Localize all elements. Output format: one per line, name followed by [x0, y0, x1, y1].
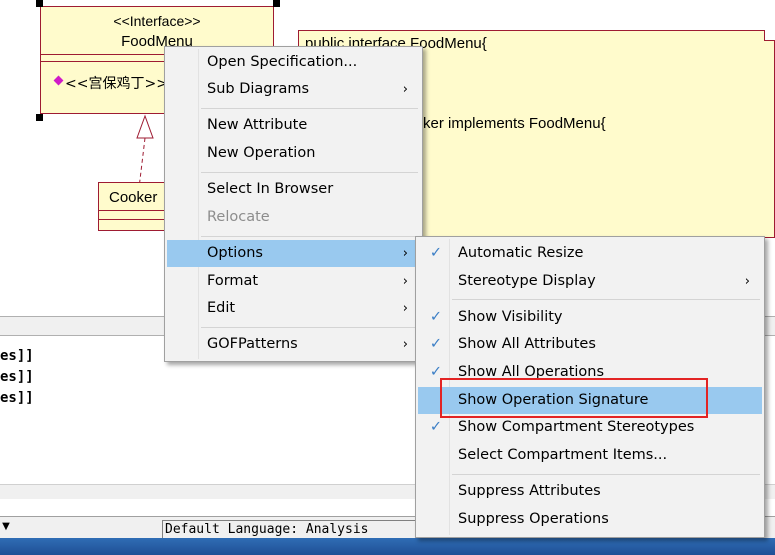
menu-separator	[452, 474, 760, 475]
menu-item-select-in-browser[interactable]: Select In Browser	[167, 176, 420, 203]
chevron-right-icon: ›	[402, 337, 408, 352]
menu-item-show-compartment-stereotypes[interactable]: ✓ Show Compartment Stereotypes	[418, 414, 762, 441]
log-line: es]]	[0, 390, 34, 406]
menu-item-suppress-attributes[interactable]: Suppress Attributes	[418, 478, 762, 505]
checkmark-icon: ✓	[429, 309, 443, 325]
checkmark-icon: ✓	[429, 419, 443, 435]
menu-item-new-operation[interactable]: New Operation	[167, 140, 420, 167]
menu-separator	[201, 172, 418, 173]
menu-item-open-specification[interactable]: Open Specification...	[167, 49, 420, 76]
menu-separator	[452, 299, 760, 300]
menu-item-relocate: Relocate	[207, 209, 270, 225]
menu-item-edit[interactable]: Edit ›	[167, 295, 420, 322]
chevron-right-icon: ›	[402, 301, 408, 316]
log-line: es]]	[0, 369, 34, 385]
note-fold	[764, 30, 775, 41]
status-dropdown[interactable]: ▼	[0, 519, 12, 535]
menu-separator	[201, 327, 418, 328]
menu-separator	[201, 236, 418, 237]
menu-item-gofpatterns[interactable]: GOFPatterns ›	[167, 331, 420, 358]
log-line: es]]	[0, 348, 34, 364]
menu-item-new-attribute[interactable]: New Attribute	[167, 112, 420, 139]
selection-handle[interactable]	[36, 114, 43, 121]
class-operation[interactable]: <<宫保鸡丁>>	[65, 73, 168, 93]
context-menu: Open Specification... Sub Diagrams › New…	[164, 46, 423, 362]
annotation-highlight-box	[440, 378, 708, 418]
checkmark-icon: ✓	[429, 336, 443, 352]
operation-visibility-icon	[53, 75, 64, 86]
note-line: ker implements FoodMenu{	[423, 115, 606, 132]
menu-item-show-visibility[interactable]: ✓ Show Visibility	[418, 304, 762, 331]
chevron-right-icon: ›	[402, 274, 408, 289]
default-language-status: Default Language: Analysis	[162, 520, 455, 539]
checkmark-icon: ✓	[429, 245, 443, 261]
menu-item-show-all-attributes[interactable]: ✓ Show All Attributes	[418, 331, 762, 358]
menu-item-select-compartment-items[interactable]: Select Compartment Items...	[418, 442, 762, 469]
menu-item-automatic-resize[interactable]: ✓ Automatic Resize	[418, 240, 762, 267]
menu-separator	[201, 108, 418, 109]
chevron-right-icon: ›	[402, 82, 408, 97]
menu-item-sub-diagrams[interactable]: Sub Diagrams ›	[167, 76, 420, 103]
chevron-right-icon: ›	[402, 246, 408, 261]
menu-item-format[interactable]: Format ›	[167, 268, 420, 295]
menu-item-options[interactable]: Options ›	[167, 240, 420, 267]
selection-handle[interactable]	[36, 0, 43, 7]
chevron-right-icon: ›	[744, 274, 750, 289]
selection-handle[interactable]	[273, 0, 280, 7]
taskbar	[0, 538, 775, 555]
menu-item-stereotype-display[interactable]: Stereotype Display ›	[418, 268, 762, 295]
menu-item-suppress-operations[interactable]: Suppress Operations	[418, 506, 762, 533]
class-name: Cooker	[109, 189, 158, 206]
class-stereotype: <<Interface>>	[113, 13, 201, 29]
realization-arrow	[136, 114, 154, 189]
